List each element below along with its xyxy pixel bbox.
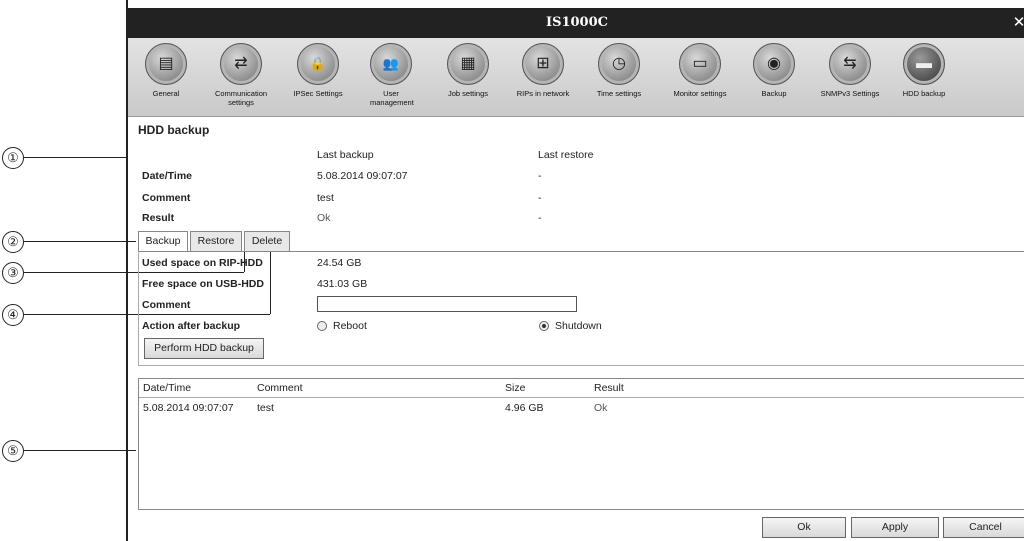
clock-icon: ◷	[598, 43, 640, 85]
panel-border	[138, 251, 139, 365]
tool-monitor-settings[interactable]: ▭ Monitor settings	[662, 43, 738, 98]
tool-label: Backup	[761, 89, 787, 98]
used-space-value: 24.54 GB	[317, 257, 362, 269]
comment-label: Comment	[142, 299, 191, 311]
tab-restore[interactable]: Restore	[190, 231, 242, 251]
row-size: 4.96 GB	[505, 402, 544, 414]
tool-label: HDD backup	[902, 89, 946, 98]
tool-label: Time settings	[596, 89, 642, 98]
summary-comment-label: Comment	[142, 192, 191, 204]
apply-button[interactable]: Apply	[851, 517, 939, 538]
summary-comment-restore: -	[538, 192, 542, 204]
reboot-radio[interactable]	[317, 321, 327, 331]
communication-icon: ⇄	[220, 43, 262, 85]
summary-result-restore: -	[538, 212, 542, 224]
header-size: Size	[505, 382, 526, 394]
comment-input[interactable]	[317, 296, 577, 312]
callout-2: ②	[2, 231, 24, 253]
backup-history-table: Date/Time Comment Size Result 5.08.2014 …	[138, 378, 1024, 510]
reboot-label[interactable]: Reboot	[333, 320, 367, 332]
tool-backup[interactable]: ◉ Backup	[744, 43, 804, 98]
tool-label: General	[152, 89, 180, 98]
summary-datetime-restore: -	[538, 170, 542, 182]
job-document-icon: ▦	[447, 43, 489, 85]
callout-4: ④	[2, 304, 24, 326]
summary-datetime-backup: 5.08.2014 09:07:07	[317, 170, 408, 182]
row-result: Ok	[594, 402, 608, 414]
users-icon: 👥	[370, 43, 412, 85]
tool-label: User management	[370, 89, 414, 107]
tool-hdd-backup[interactable]: ▬ HDD backup	[894, 43, 954, 98]
used-space-label: Used space on RIP-HDD	[142, 257, 263, 269]
row-comment: test	[257, 402, 274, 414]
table-header: Date/Time Comment Size Result	[139, 379, 1024, 398]
summary-comment-backup: test	[317, 192, 334, 204]
table-row[interactable]: 5.08.2014 09:07:07 test 4.96 GB Ok	[139, 399, 1024, 417]
tool-rips-in-network[interactable]: ⊞ RIPs in network	[508, 43, 578, 98]
callout-3: ③	[2, 262, 24, 284]
shutdown-radio[interactable]	[539, 321, 549, 331]
perform-hdd-backup-button[interactable]: Perform HDD backup	[144, 338, 264, 359]
shutdown-label[interactable]: Shutdown	[555, 320, 602, 332]
tool-label: Job settings	[447, 89, 489, 98]
backup-disk-icon: ◉	[753, 43, 795, 85]
rip-server-icon: ▤	[145, 43, 187, 85]
tool-label: RIPs in network	[516, 89, 570, 98]
title-bar: IS1000C ✕	[128, 8, 1024, 38]
tool-user-management[interactable]: 👥 User management	[358, 43, 424, 107]
snmp-icon: ⇆	[829, 43, 871, 85]
tab-delete[interactable]: Delete	[244, 231, 290, 251]
tool-label: Monitor settings	[673, 89, 727, 98]
callout-1: ①	[2, 147, 24, 169]
last-backup-header: Last backup	[317, 149, 374, 161]
page-title: HDD backup	[138, 123, 210, 137]
header-datetime: Date/Time	[143, 382, 192, 394]
tool-time-settings[interactable]: ◷ Time settings	[584, 43, 654, 98]
row-datetime: 5.08.2014 09:07:07	[143, 402, 234, 414]
action-after-backup-label: Action after backup	[142, 320, 241, 332]
header-comment: Comment	[257, 382, 303, 394]
tool-ipsec-settings[interactable]: 🔒 IPSec Settings	[284, 43, 352, 98]
tool-job-settings[interactable]: ▦ Job settings	[436, 43, 500, 98]
callout-5: ⑤	[2, 440, 24, 462]
callout-2-line	[24, 241, 136, 242]
monitor-icon: ▭	[679, 43, 721, 85]
tab-backup[interactable]: Backup	[138, 231, 188, 252]
panel-divider	[138, 365, 1024, 366]
app-window: IS1000C ✕ ▤ General ⇄ Communication sett…	[126, 0, 1024, 541]
ipsec-lock-icon: 🔒	[297, 43, 339, 85]
hdd-icon: ▬	[903, 43, 945, 85]
free-space-value: 431.03 GB	[317, 278, 368, 290]
tool-label: SNMPv3 Settings	[820, 89, 880, 98]
window-title: IS1000C	[546, 15, 608, 30]
summary-datetime-label: Date/Time	[142, 170, 192, 182]
settings-toolbar: ▤ General ⇄ Communication settings 🔒 IPS…	[128, 38, 1024, 117]
callout-5-line	[24, 450, 136, 451]
close-icon[interactable]: ✕	[1012, 12, 1024, 32]
tool-label: Communication settings	[214, 89, 268, 107]
ok-button[interactable]: Ok	[762, 517, 846, 538]
summary-result-backup: Ok	[317, 212, 331, 224]
callout-1-line	[24, 157, 126, 158]
tool-communication-settings[interactable]: ⇄ Communication settings	[204, 43, 278, 107]
summary-result-label: Result	[142, 212, 175, 224]
cancel-button[interactable]: Cancel	[943, 517, 1024, 538]
tool-snmpv3-settings[interactable]: ⇆ SNMPv3 Settings	[810, 43, 890, 98]
last-restore-header: Last restore	[538, 149, 594, 161]
tab-divider	[138, 251, 1024, 252]
tool-general[interactable]: ▤ General	[134, 43, 198, 98]
free-space-label: Free space on USB-HDD	[142, 278, 264, 290]
header-result: Result	[594, 382, 624, 394]
tool-label: IPSec Settings	[293, 89, 343, 98]
network-icon: ⊞	[522, 43, 564, 85]
